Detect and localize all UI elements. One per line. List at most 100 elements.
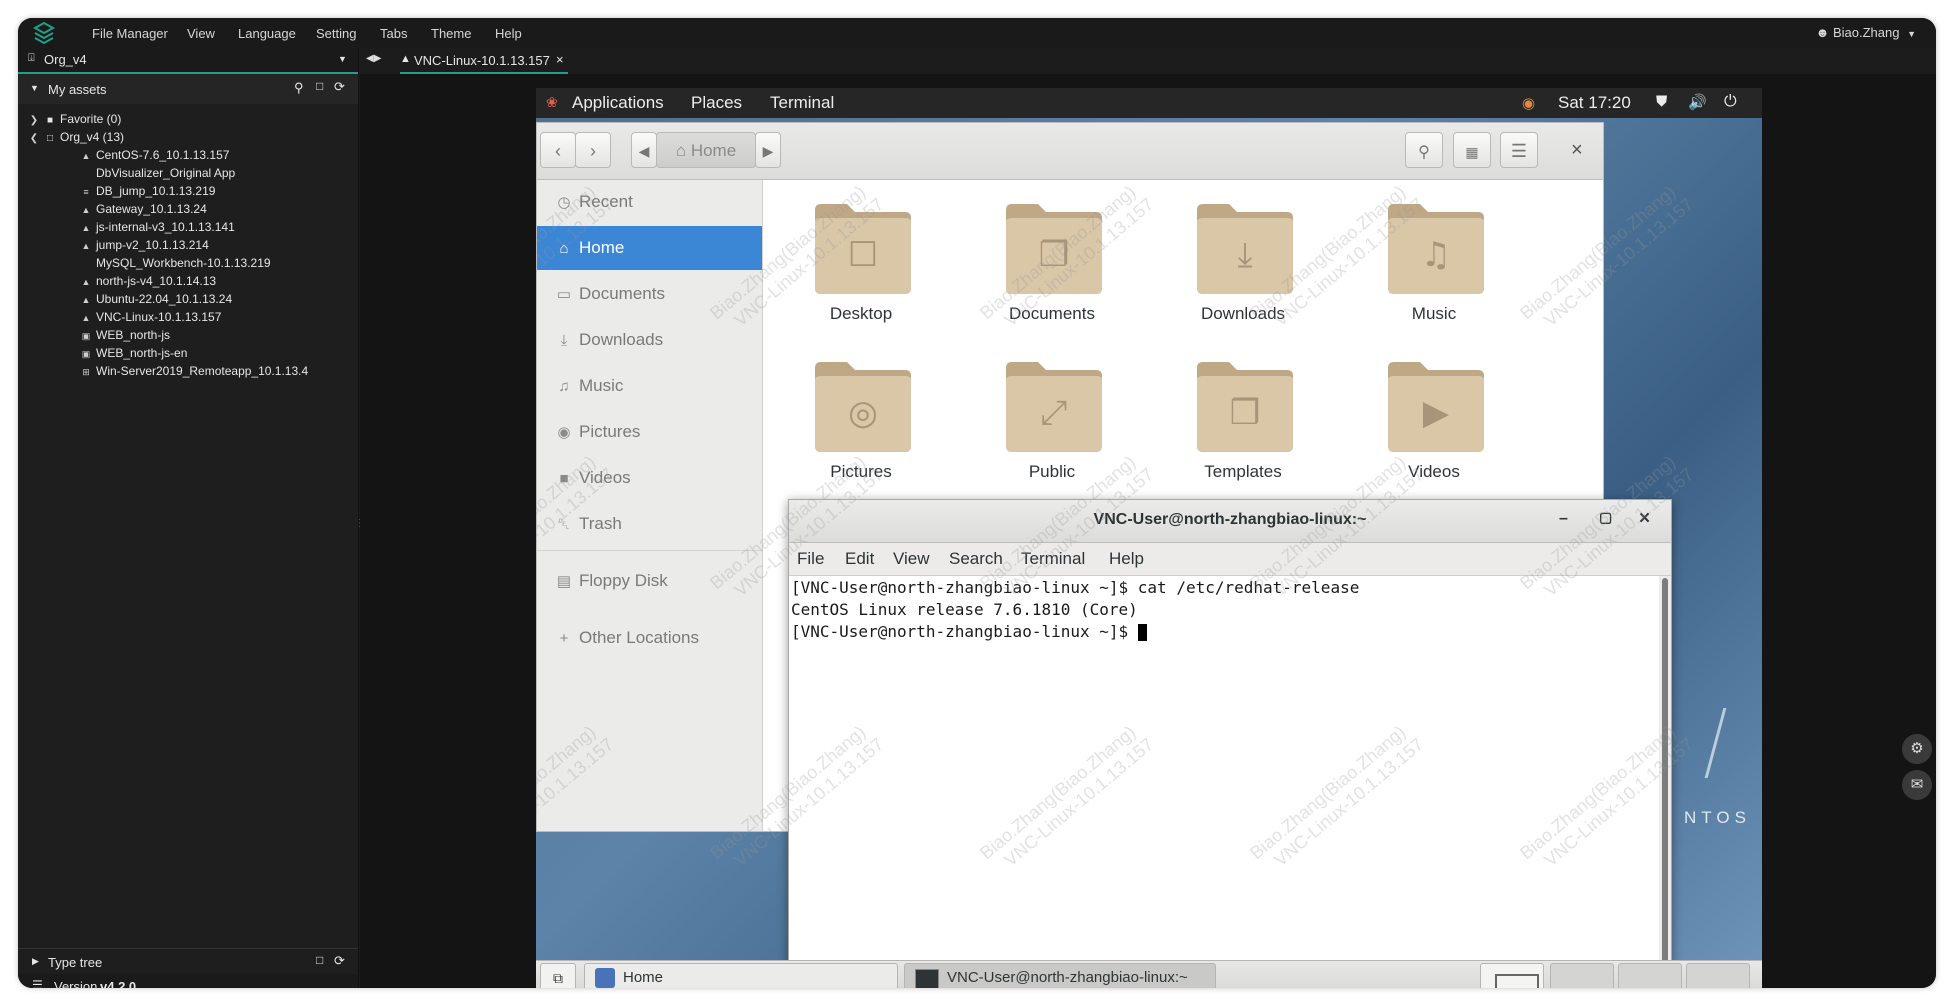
menu-theme[interactable]: Theme (431, 26, 471, 41)
term-menu-terminal[interactable]: Terminal (1021, 549, 1085, 569)
user-menu[interactable]: ☻ Biao.Zhang ▼ (1816, 25, 1916, 40)
menu-view[interactable]: View (187, 26, 215, 41)
asset-item[interactable]: DbVisualizer_Original App (80, 164, 235, 182)
menu-tabs[interactable]: Tabs (380, 26, 407, 41)
folder-item-pictures[interactable]: ◎ Pictures (801, 356, 921, 496)
search-icon[interactable]: ⚲ (294, 80, 304, 96)
menu-setting[interactable]: Setting (316, 26, 356, 41)
forward-button[interactable]: › (575, 132, 611, 168)
asset-item[interactable]: ▲ js-internal-v3_10.1.13.141 (80, 218, 235, 236)
close-icon[interactable]: × (1639, 508, 1650, 530)
places-item-trash[interactable]: ␡ Trash (537, 502, 762, 546)
close-icon[interactable]: × (556, 52, 564, 67)
asset-item[interactable]: ▲ VNC-Linux-10.1.13.157 (80, 308, 222, 326)
path-left-button[interactable]: ◀ (631, 132, 657, 168)
workspace-2[interactable] (1550, 963, 1614, 988)
scrollbar-thumb[interactable] (1662, 578, 1668, 980)
menu-button[interactable]: ☰ (1500, 132, 1538, 168)
places-item-downloads[interactable]: ⤓ Downloads (537, 318, 762, 362)
folder-item-desktop[interactable]: ☐ Desktop (801, 198, 921, 338)
terminal-output[interactable]: [VNC-User@north-zhangbiao-linux ~]$ cat … (789, 576, 1659, 985)
places-item-floppy-disk[interactable]: ▤ Floppy Disk (537, 559, 762, 603)
taskbar-item-terminal[interactable]: VNC-User@north-zhangbiao-linux:~ (904, 963, 1216, 988)
power-icon[interactable]: ⏻ (1724, 93, 1737, 111)
app-logo-icon[interactable] (32, 21, 56, 45)
collapse-icon[interactable]: □ (316, 79, 323, 93)
menu-help[interactable]: Help (495, 26, 522, 41)
folder-item-music[interactable]: ♫ Music (1374, 198, 1494, 338)
workspace-3[interactable] (1618, 963, 1682, 988)
places-item-videos[interactable]: ■ Videos (537, 456, 762, 500)
tab-scroll-arrows[interactable]: ◀▶ (366, 53, 381, 64)
terminal-window: VNC-User@north-zhangbiao-linux:~ – ▢ × F… (788, 499, 1672, 986)
org-label: Org_v4 (44, 52, 87, 67)
asset-item[interactable]: MySQL_Workbench-10.1.13.219 (80, 254, 271, 272)
workspace-1[interactable] (1480, 963, 1544, 988)
taskbar-item-home[interactable]: Home (584, 963, 898, 988)
refresh-icon[interactable]: ⟳ (334, 953, 345, 969)
menu-file-manager[interactable]: File Manager (92, 26, 168, 41)
menu-language[interactable]: Language (238, 26, 296, 41)
workspace-4[interactable] (1686, 963, 1750, 988)
chevron-down-icon: ❮ (29, 133, 39, 144)
close-icon[interactable]: × (1571, 139, 1583, 162)
minimize-icon[interactable]: – (1559, 510, 1568, 528)
status-indicator-icon[interactable]: ◉ (1522, 94, 1535, 112)
maximize-icon[interactable]: ▢ (1599, 509, 1612, 526)
menu-applications[interactable]: Applications (572, 93, 664, 113)
asset-item[interactable]: ▣ WEB_north-js (80, 326, 170, 344)
back-button[interactable]: ‹ (540, 132, 576, 168)
folder-item-public[interactable]: ⤢ Public (992, 356, 1112, 496)
terminal-scrollbar[interactable] (1659, 576, 1671, 985)
my-assets-header[interactable]: ▼ My assets ⚲ □ ⟳ (18, 74, 358, 104)
volume-icon[interactable]: 🔊 (1688, 93, 1707, 111)
folder-item-templates[interactable]: ❒ Templates (1183, 356, 1303, 496)
places-item-recent[interactable]: ◷ Recent (537, 180, 762, 224)
clock[interactable]: Sat 17:20 (1558, 93, 1631, 113)
folder-item-videos[interactable]: ▶ Videos (1374, 356, 1494, 496)
chat-float-button[interactable]: ✉ (1902, 770, 1932, 800)
term-menu-edit[interactable]: Edit (845, 549, 874, 569)
view-toggle-button[interactable]: ▦ (1453, 132, 1491, 168)
folder-item-documents[interactable]: ❐ Documents (992, 198, 1112, 338)
tree-group-org[interactable]: ❮ □ Org_v4 (13) (28, 128, 124, 146)
folder-item-downloads[interactable]: ⤓ Downloads (1183, 198, 1303, 338)
refresh-icon[interactable]: ⟳ (334, 79, 345, 95)
asset-item[interactable]: ▣ WEB_north-js-en (80, 344, 188, 362)
path-right-button[interactable]: ▶ (755, 132, 781, 168)
hamburger-icon: ☰ (1510, 141, 1528, 161)
panel-resize-handle[interactable]: ⋮ (355, 518, 365, 534)
tree-group-favorite[interactable]: ❯ ■ Favorite (0) (28, 110, 122, 128)
asset-item[interactable]: ▲ north-js-v4_10.1.14.13 (80, 272, 217, 290)
terminal-titlebar[interactable]: VNC-User@north-zhangbiao-linux:~ – ▢ × (789, 500, 1671, 543)
applications-icon: ❀ (546, 94, 558, 110)
places-item-pictures[interactable]: ◉ Pictures (537, 410, 762, 454)
vnc-desktop[interactable]: ❀ Applications Places Terminal ◉ Sat 17:… (536, 88, 1762, 988)
asset-item[interactable]: ≡ DB_jump_10.1.13.219 (80, 182, 215, 200)
settings-float-button[interactable]: ⚙ (1902, 734, 1932, 764)
term-menu-view[interactable]: View (893, 549, 930, 569)
places-item-other-locations[interactable]: + Other Locations (537, 616, 762, 660)
menu-places[interactable]: Places (691, 93, 742, 113)
type-tree-header[interactable]: ▶ Type tree □ ⟳ (18, 948, 358, 975)
path-home-button[interactable]: ⌂ Home (656, 132, 756, 168)
asset-item[interactable]: ▲ jump-v2_10.1.13.214 (80, 236, 209, 254)
show-desktop-button[interactable]: ⧉ (540, 963, 576, 988)
network-icon[interactable]: ⛊ (1656, 93, 1667, 110)
term-menu-file[interactable]: File (797, 549, 824, 569)
org-selector[interactable]: ⍗ Org_v4 ▼ (18, 48, 358, 74)
search-button[interactable]: ⚲ (1405, 132, 1443, 168)
tab-vnc-linux[interactable]: ▲ VNC-Linux-10.1.13.157 × (400, 48, 568, 74)
asset-item[interactable]: ▲ CentOS-7.6_10.1.13.157 (80, 146, 230, 164)
collapse-icon[interactable]: □ (316, 953, 323, 967)
term-menu-search[interactable]: Search (949, 549, 1003, 569)
asset-item[interactable]: ▲ Gateway_10.1.13.24 (80, 200, 207, 218)
asset-item[interactable]: ⊞ Win-Server2019_Remoteapp_10.1.13.4 (80, 362, 308, 380)
places-item-music[interactable]: ♫ Music (537, 364, 762, 408)
menu-terminal[interactable]: Terminal (770, 93, 834, 113)
asset-label: CentOS-7.6_10.1.13.157 (96, 148, 230, 162)
places-item-home[interactable]: ⌂ Home (537, 226, 762, 270)
places-item-documents[interactable]: ▭ Documents (537, 272, 762, 316)
term-menu-help[interactable]: Help (1109, 549, 1144, 569)
asset-item[interactable]: ▲ Ubuntu-22.04_10.1.13.24 (80, 290, 233, 308)
